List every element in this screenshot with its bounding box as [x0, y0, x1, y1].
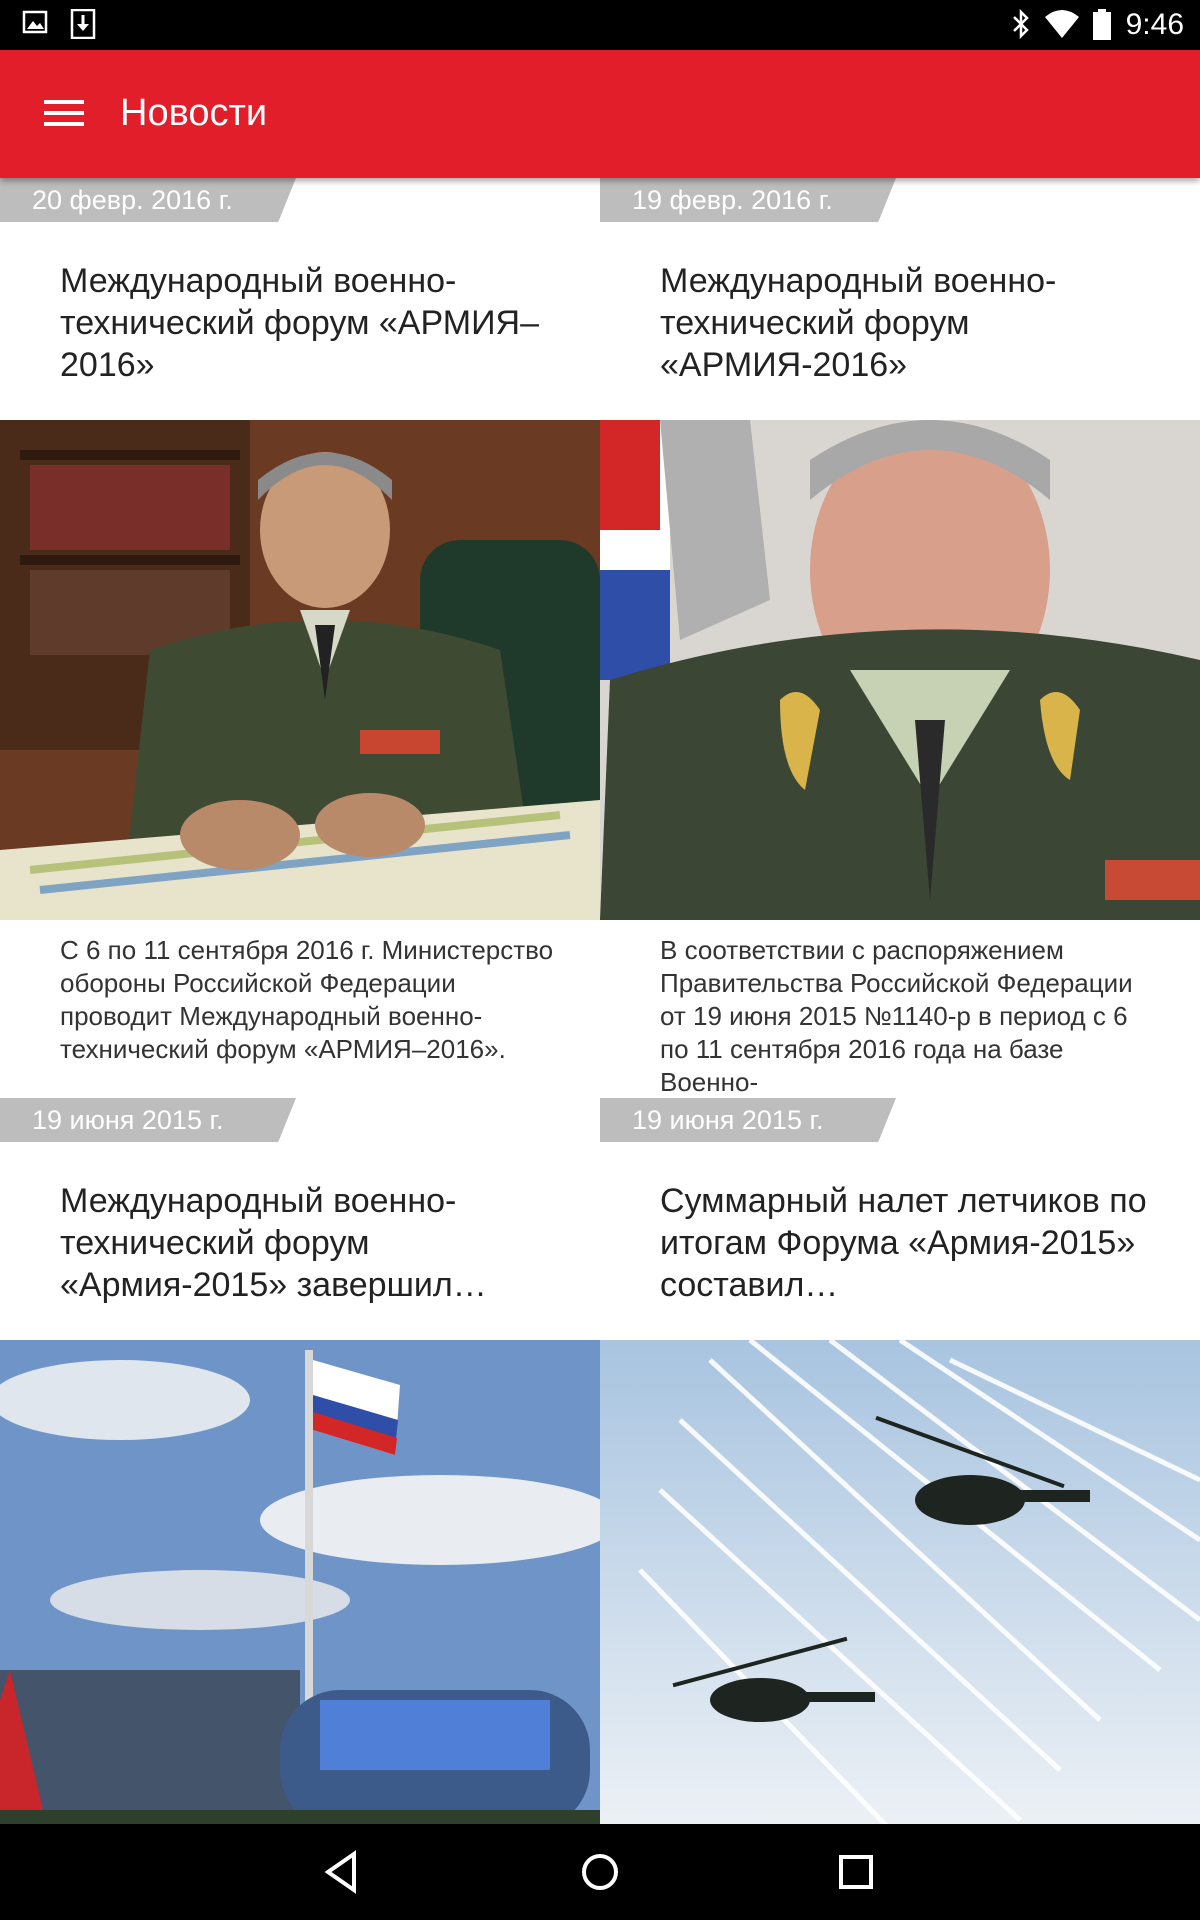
image-icon: [22, 10, 48, 34]
recents-icon[interactable]: [830, 1846, 882, 1898]
news-date: 19 февр. 2016 г.: [600, 178, 896, 222]
news-title: Международный военно-технический форум «…: [660, 262, 1057, 384]
news-title: Международный военно-технический форум «…: [60, 262, 540, 384]
news-image[interactable]: [600, 420, 1200, 920]
news-grid: 20 февр. 2016 г. Международный военно-те…: [0, 178, 1200, 1824]
news-image[interactable]: [600, 1340, 1200, 1824]
news-card[interactable]: 19 июня 2015 г. Международный военно-тех…: [0, 1098, 600, 1824]
news-image[interactable]: [0, 1340, 600, 1824]
battery-icon: [1093, 9, 1111, 40]
news-card[interactable]: 19 февр. 2016 г. Международный военно-те…: [600, 178, 1200, 1098]
clock: 9:46: [1125, 8, 1184, 41]
status-bar: 9:46: [0, 0, 1200, 50]
news-title: Суммарный налет летчиков по итогам Форум…: [660, 1182, 1147, 1304]
news-date: 19 июня 2015 г.: [0, 1098, 296, 1142]
news-card[interactable]: 19 июня 2015 г. Суммарный налет летчиков…: [600, 1098, 1200, 1824]
download-icon: [70, 9, 96, 39]
news-image[interactable]: [0, 420, 600, 920]
news-date: 19 июня 2015 г.: [600, 1098, 896, 1142]
news-date: 20 февр. 2016 г.: [0, 178, 296, 222]
bluetooth-icon: [1013, 9, 1029, 39]
news-title: Международный военно-технический форум «…: [60, 1182, 487, 1304]
page-title: Новости: [120, 92, 268, 134]
back-icon[interactable]: [318, 1846, 370, 1898]
navigation-bar: [0, 1824, 1200, 1920]
menu-icon[interactable]: [36, 90, 92, 138]
news-summary: В соответствии с распоряжением Правитель…: [660, 935, 1133, 1097]
news-card[interactable]: 20 февр. 2016 г. Международный военно-те…: [0, 178, 600, 1098]
wifi-icon: [1045, 10, 1079, 38]
home-icon[interactable]: [574, 1846, 626, 1898]
news-summary: С 6 по 11 сентября 2016 г. Министерство …: [60, 935, 554, 1064]
app-bar: Новости: [0, 50, 1200, 178]
